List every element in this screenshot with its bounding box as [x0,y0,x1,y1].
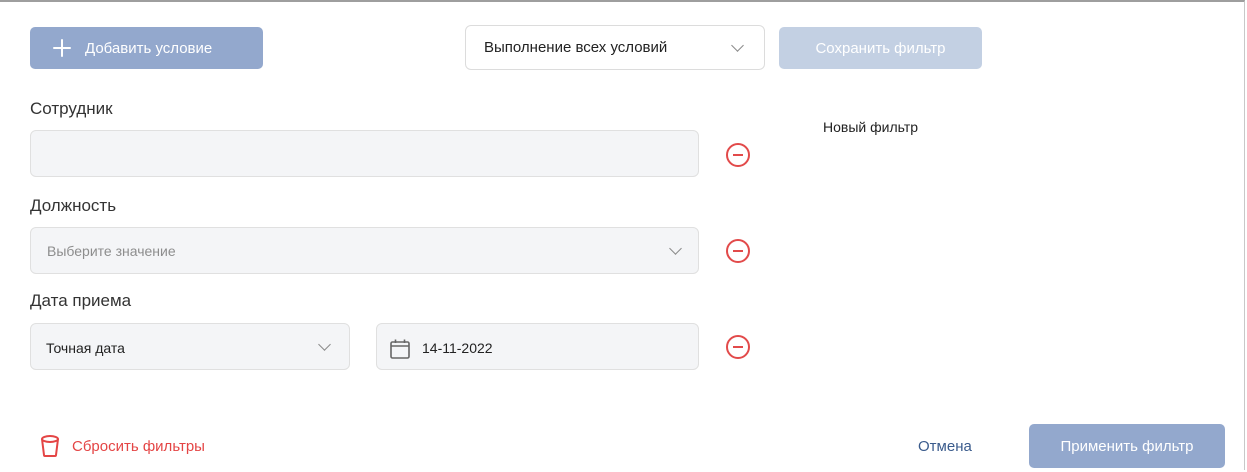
match-mode-select[interactable]: Выполнение всех условий [465,25,765,70]
trash-icon [41,435,59,457]
cancel-button[interactable]: Отмена [918,432,972,460]
condition-position-label: Должность [30,196,117,215]
hire-date-input[interactable]: 14-11-2022 [376,323,699,370]
chevron-down-icon [669,242,682,255]
save-filter-label: Сохранить фильтр [815,39,946,57]
remove-condition-icon[interactable] [726,239,750,263]
remove-condition-icon[interactable] [726,143,750,167]
plus-icon [53,39,71,57]
apply-filter-label: Применить фильтр [1060,437,1194,455]
match-mode-value: Выполнение всех условий [484,39,668,56]
apply-filter-button[interactable]: Применить фильтр [1029,424,1225,468]
condition-hire-date-label: Дата приема [30,291,132,310]
remove-condition-icon[interactable] [726,335,750,359]
calendar-icon [390,339,410,359]
reset-filters-label: Сбросить фильтры [72,437,205,455]
reset-filters-button[interactable]: Сбросить фильтры [40,432,205,460]
position-select-placeholder: Выберите значение [47,243,176,259]
cancel-label: Отмена [918,437,972,455]
hire-date-value: 14-11-2022 [422,340,493,356]
date-mode-value: Точная дата [46,340,125,356]
chevron-down-icon [318,338,331,351]
employee-input[interactable] [30,130,699,177]
condition-employee-label: Сотрудник [30,99,113,118]
save-filter-button[interactable]: Сохранить фильтр [779,27,982,69]
chevron-down-icon [731,39,744,52]
add-condition-button[interactable]: Добавить условие [30,27,263,69]
saved-filter-item[interactable]: Новый фильтр [823,119,918,135]
add-condition-label: Добавить условие [85,39,213,57]
date-mode-select[interactable]: Точная дата [30,323,350,370]
position-select[interactable]: Выберите значение [30,227,699,274]
